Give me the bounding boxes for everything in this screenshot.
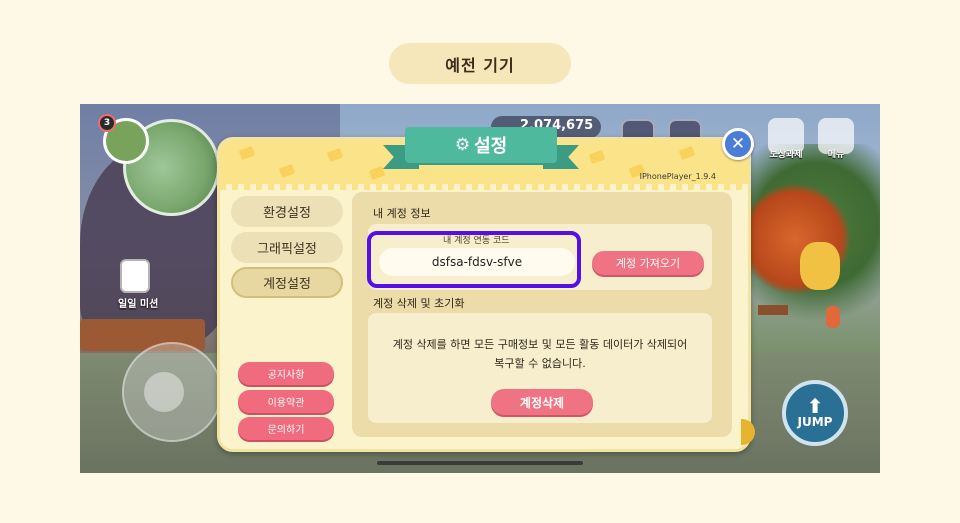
jump-button[interactable]: ⬆ JUMP	[782, 380, 848, 446]
joystick-knob[interactable]	[144, 372, 184, 412]
header-decoration	[278, 163, 296, 179]
header-zigzag-edge	[220, 184, 748, 190]
tab-environment-settings[interactable]: 환경설정	[231, 196, 343, 227]
header-decoration	[238, 145, 256, 161]
header-decoration	[678, 145, 696, 161]
notice-button[interactable]: 공지사항	[238, 362, 334, 385]
level-badge: 3	[98, 114, 116, 132]
home-indicator	[377, 461, 583, 465]
header-decoration	[588, 149, 606, 165]
delete-warning-line1: 계정 삭제를 하면 모든 구매정보 및 모든 활동 데이터가 삭제되어	[392, 338, 688, 351]
terms-button[interactable]: 이용약관	[238, 390, 334, 413]
version-text: IPhonePlayer_1.9.4	[639, 172, 716, 181]
fetch-account-button[interactable]: 계정 가져오기	[592, 251, 704, 275]
account-delete-title: 계정 삭제 및 초기화	[373, 297, 465, 310]
device-caption-pill: 예전 기기	[389, 43, 571, 84]
menu-label: 메뉴	[827, 150, 845, 160]
close-button[interactable]: ✕	[722, 128, 754, 160]
distant-character	[826, 306, 840, 328]
delete-account-button[interactable]: 계정삭제	[491, 389, 593, 415]
device-caption-text: 예전 기기	[445, 55, 515, 75]
delete-warning-line2: 복구할 수 없습니다.	[494, 357, 586, 370]
dialog-title: ⚙ 설정	[405, 127, 557, 163]
header-decoration	[326, 147, 344, 163]
account-info-title: 내 계정 정보	[373, 207, 431, 220]
close-icon: ✕	[730, 134, 746, 154]
up-arrow-icon: ⬆	[806, 394, 824, 418]
gear-icon: ⚙	[454, 135, 471, 155]
dialog-title-text: 설정	[474, 136, 508, 157]
jump-label: JUMP	[797, 415, 833, 429]
daily-mission-label: 일일 미션	[118, 299, 159, 310]
tab-account-settings[interactable]: 계정설정	[231, 267, 343, 298]
code-highlight-box	[367, 231, 581, 288]
distant-bench	[758, 305, 788, 315]
delete-warning-text: 계정 삭제를 하면 모든 구매정보 및 모든 활동 데이터가 삭제되어 복구할 …	[370, 335, 710, 373]
inquiry-button[interactable]: 문의하기	[238, 417, 334, 440]
daily-mission-icon[interactable]	[120, 259, 150, 293]
tab-graphics-settings[interactable]: 그래픽설정	[231, 232, 343, 263]
dialog-title-ribbon: ⚙ 설정	[383, 127, 579, 175]
reward-quest-label: 보상과제	[769, 150, 803, 160]
bear-npc[interactable]	[800, 242, 840, 290]
